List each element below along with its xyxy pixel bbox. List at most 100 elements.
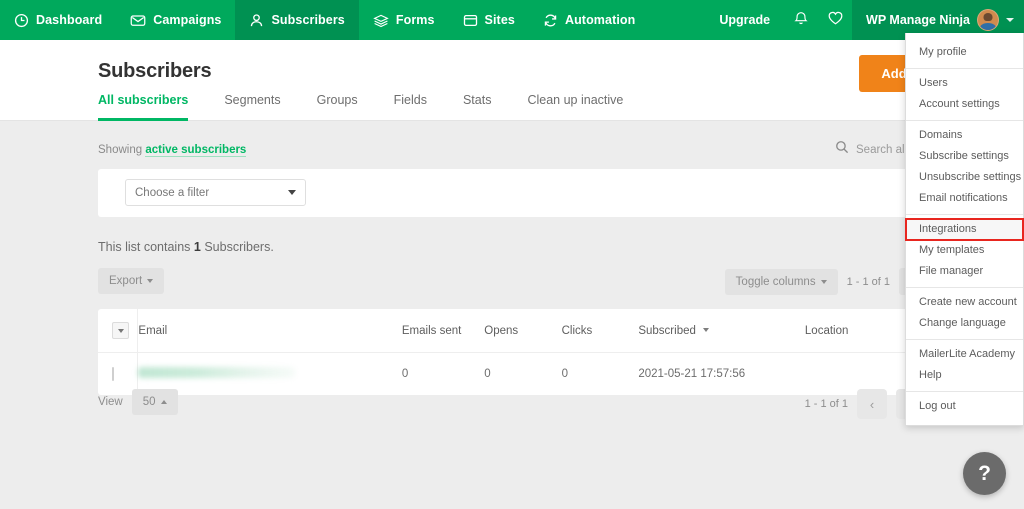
menu-item-mailerlite-academy[interactable]: MailerLite Academy [906, 344, 1023, 365]
menu-item-my-profile[interactable]: My profile [906, 42, 1023, 63]
menu-item-integrations[interactable]: Integrations [905, 218, 1024, 241]
person-icon [249, 13, 264, 28]
main-content: Showing active subscribers Choose a filt… [0, 121, 1024, 509]
nav-item-campaigns[interactable]: Campaigns [116, 0, 235, 40]
layers-icon [373, 13, 389, 28]
heart-icon [827, 10, 844, 31]
favorites-button[interactable] [818, 0, 852, 40]
column-header-email[interactable]: Email [137, 309, 402, 353]
view-size-control: View 50 [98, 389, 926, 415]
avatar [977, 9, 999, 31]
nav-item-sites[interactable]: Sites [449, 0, 529, 40]
dropdown-group: MailerLite Academy Help [906, 339, 1023, 391]
page-size-value: 50 [142, 396, 156, 408]
menu-item-change-language[interactable]: Change language [906, 313, 1023, 334]
menu-item-my-templates[interactable]: My templates [906, 240, 1023, 261]
window-icon [463, 13, 478, 28]
dropdown-group: Users Account settings [906, 68, 1023, 120]
refresh-icon [543, 13, 558, 28]
menu-item-file-manager[interactable]: File manager [906, 261, 1023, 282]
subscribers-table: Email Emails sent Opens Clicks Subscribe… [98, 309, 926, 395]
nav-item-label: Campaigns [153, 13, 222, 27]
menu-item-email-notifications[interactable]: Email notifications [906, 188, 1023, 209]
showing-filter-row: Showing active subscribers [98, 144, 247, 157]
column-header-subscribed[interactable]: Subscribed [638, 309, 805, 353]
export-button[interactable]: Export [98, 268, 165, 294]
column-header-clicks[interactable]: Clicks [561, 309, 639, 353]
menu-item-domains[interactable]: Domains [906, 125, 1023, 146]
nav-item-dashboard[interactable]: Dashboard [0, 0, 116, 40]
list-summary-count: 1 [193, 240, 201, 254]
menu-item-subscribe-settings[interactable]: Subscribe settings [906, 146, 1023, 167]
dropdown-group: My profile [906, 38, 1023, 68]
choose-filter-select[interactable]: Choose a filter [125, 179, 306, 206]
chevron-down-icon [288, 190, 296, 195]
row-checkbox[interactable] [112, 367, 114, 381]
select-all-header [98, 309, 139, 353]
dropdown-group: Domains Subscribe settings Unsubscribe s… [906, 120, 1023, 214]
tab-groups[interactable]: Groups [299, 93, 376, 120]
user-dropdown-menu[interactable]: My profile Users Account settings Domain… [905, 33, 1024, 426]
dropdown-group: Create new account Change language [906, 287, 1023, 339]
choose-filter-label: Choose a filter [135, 186, 210, 199]
bell-icon [793, 10, 809, 31]
list-summary-suffix: Subscribers. [204, 240, 274, 254]
dropdown-group: Integrations My templates File manager [905, 214, 1024, 287]
chevron-down-icon [147, 279, 154, 283]
nav-item-forms[interactable]: Forms [359, 0, 449, 40]
tab-fields[interactable]: Fields [376, 93, 445, 120]
chevron-down-icon [1006, 18, 1014, 22]
envelope-icon [130, 13, 146, 28]
nav-item-automation[interactable]: Automation [529, 0, 649, 40]
menu-item-unsubscribe-settings[interactable]: Unsubscribe settings [906, 167, 1023, 188]
filter-card: Choose a filter [98, 169, 926, 217]
page-size-button[interactable]: 50 [131, 389, 178, 415]
table-header: Email Emails sent Opens Clicks Subscribe… [98, 309, 926, 353]
notifications-button[interactable] [784, 0, 818, 40]
user-name-label: WP Manage Ninja [866, 13, 970, 27]
clock-icon [14, 13, 29, 28]
app-window: Dashboard Campaigns Subscribers Forms Si… [0, 0, 1024, 509]
menu-item-users[interactable]: Users [906, 73, 1023, 94]
tab-all-subscribers[interactable]: All subscribers [98, 93, 206, 121]
list-summary: This list contains 1 Subscribers. [98, 240, 274, 254]
view-label: View [98, 396, 123, 408]
showing-active-subscribers-link[interactable]: active subscribers [145, 144, 247, 157]
table-toolbar: Export Toggle columns 1 - 1 of 1 ‹ [98, 268, 926, 298]
search-icon [835, 140, 849, 159]
table-footer: View 50 1 - 1 of 1 ‹ › [98, 389, 926, 419]
column-header-emails-sent[interactable]: Emails sent [401, 309, 485, 353]
toolbar-page-info: 1 - 1 of 1 [846, 275, 890, 288]
top-navigation-bar: Dashboard Campaigns Subscribers Forms Si… [0, 0, 1024, 40]
redacted-email [138, 367, 296, 378]
chevron-down-icon [117, 328, 124, 333]
nav-item-subscribers[interactable]: Subscribers [235, 0, 359, 40]
chevron-down-icon [820, 279, 827, 284]
subscribers-table-card: Email Emails sent Opens Clicks Subscribe… [98, 309, 926, 395]
tab-segments[interactable]: Segments [206, 93, 298, 120]
tab-clean-up-inactive[interactable]: Clean up inactive [509, 93, 641, 120]
menu-item-account-settings[interactable]: Account settings [906, 94, 1023, 115]
toggle-columns-label: Toggle columns [735, 275, 816, 288]
nav-item-label: Subscribers [271, 13, 345, 27]
table-header-row: Email Emails sent Opens Clicks Subscribe… [98, 309, 926, 353]
select-all-dropdown[interactable] [112, 322, 129, 339]
chevron-up-icon [160, 400, 167, 404]
help-button[interactable]: ? [963, 452, 1006, 495]
dropdown-group: Log out [906, 391, 1023, 422]
list-summary-prefix: This list contains [98, 240, 191, 254]
footer-prev-page-button[interactable]: ‹ [857, 389, 887, 419]
menu-item-help[interactable]: Help [906, 365, 1023, 386]
page-header: Subscribers Add subscribers All subscrib… [0, 40, 1024, 121]
tab-stats[interactable]: Stats [445, 93, 510, 120]
nav-item-label: Sites [484, 13, 515, 27]
upgrade-button[interactable]: Upgrade [705, 13, 784, 27]
menu-item-create-new-account[interactable]: Create new account [906, 292, 1023, 313]
column-header-opens[interactable]: Opens [484, 309, 562, 353]
sort-descending-icon [703, 328, 710, 333]
export-label: Export [109, 275, 143, 287]
nav-item-label: Automation [564, 13, 636, 27]
toggle-columns-button[interactable]: Toggle columns [724, 268, 838, 295]
toolbar-pagination: Toggle columns 1 - 1 of 1 ‹ [724, 268, 926, 295]
menu-item-log-out[interactable]: Log out [906, 396, 1023, 417]
